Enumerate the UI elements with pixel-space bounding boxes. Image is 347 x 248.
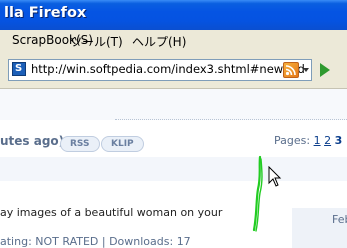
page-link-2[interactable]: 2	[324, 134, 331, 147]
rss-feed-icon[interactable]	[283, 62, 299, 78]
time-ago-text: utes ago)	[0, 134, 65, 148]
page-content: utes ago) RSS KLIP Pages: 1 2 3 ay image…	[0, 89, 347, 248]
menu-tools[interactable]: ツール(T)	[70, 33, 123, 50]
site-favicon-icon: S	[12, 62, 26, 76]
url-bar[interactable]: S http://win.softpedia.com/index3.shtml#…	[8, 59, 312, 81]
rss-button[interactable]: RSS	[60, 136, 100, 152]
page-link-1[interactable]: 1	[314, 134, 321, 147]
header-row	[0, 89, 347, 120]
side-date-label: Feb	[332, 213, 347, 226]
url-text[interactable]: http://win.softpedia.com/index3.shtml#ne…	[31, 62, 305, 76]
window-title: lla Firefox	[4, 5, 87, 21]
divider	[115, 119, 347, 120]
page-link-3[interactable]: 3	[335, 134, 343, 147]
pagination: Pages: 1 2 3	[274, 134, 342, 147]
content-band	[0, 157, 347, 181]
mouse-cursor-icon	[268, 166, 282, 187]
navigation-toolbar: S http://win.softpedia.com/index3.shtml#…	[0, 52, 347, 89]
menu-help[interactable]: ヘルプ(H)	[132, 33, 186, 50]
item-meta: ating: NOT RATED | Downloads: 17	[0, 235, 191, 248]
url-dropdown-icon[interactable]	[301, 62, 311, 78]
title-bar: lla Firefox	[0, 0, 347, 30]
klip-button[interactable]: KLIP	[101, 136, 144, 152]
menu-bar: ScrapBook(S) ツール(T) ヘルプ(H)	[0, 30, 347, 52]
go-arrow-icon[interactable]	[314, 59, 336, 81]
item-description: ay images of a beautiful woman on your	[0, 206, 223, 219]
pages-label: Pages:	[274, 134, 311, 147]
